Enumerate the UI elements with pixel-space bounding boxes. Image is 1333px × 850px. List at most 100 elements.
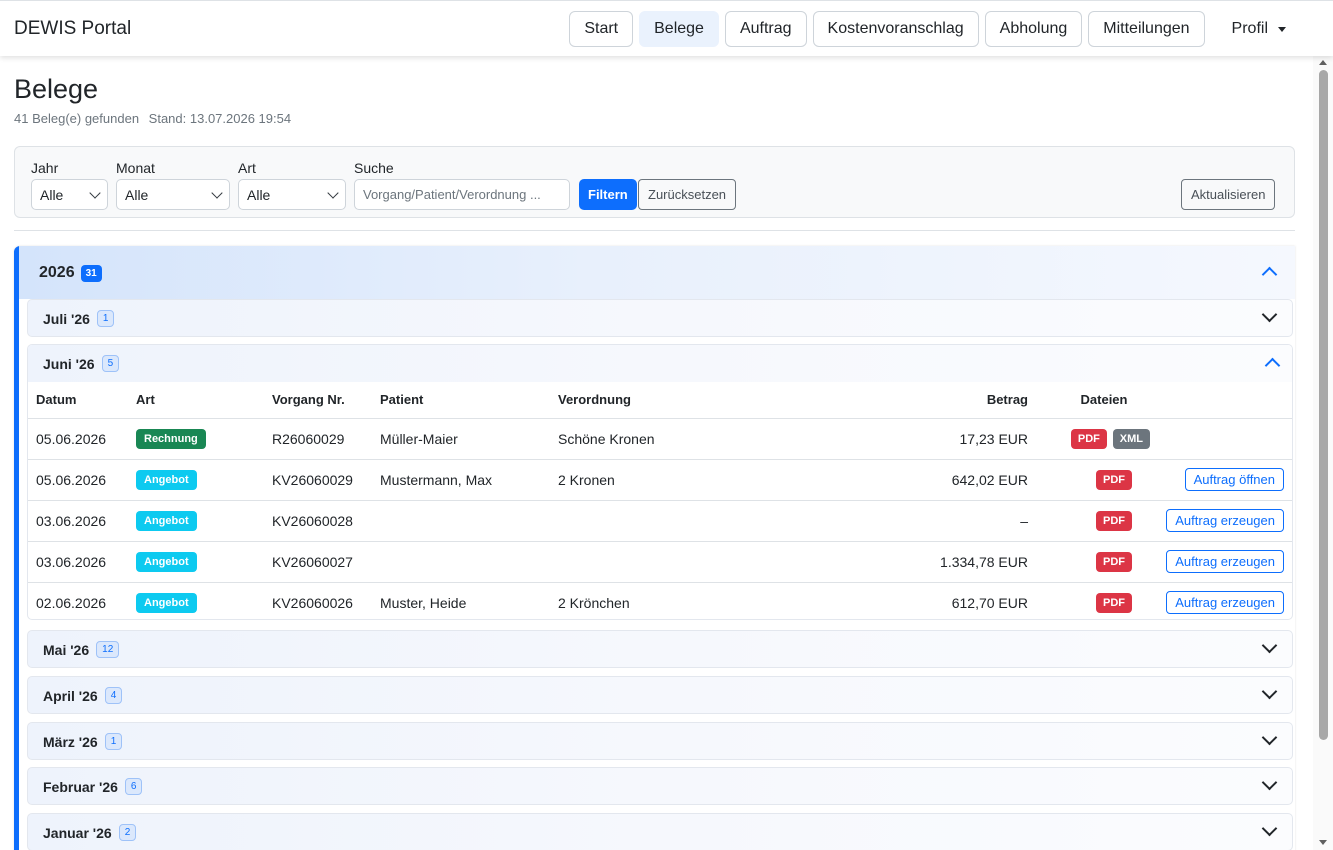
month-header-februar[interactable]: Februar '26 6	[27, 767, 1293, 805]
chevron-up-icon[interactable]	[1264, 357, 1281, 374]
scroll-up-arrow-icon[interactable]	[1319, 60, 1327, 65]
brand-title[interactable]: DEWIS Portal	[14, 18, 131, 40]
art-badge-angebot: Angebot	[136, 592, 197, 613]
cell-betrag: –	[808, 500, 1028, 542]
auftrag-erzeugen-button[interactable]: Auftrag erzeugen	[1166, 591, 1284, 615]
cell-patient: Müller-Maier	[380, 418, 558, 460]
profile-label: Profil	[1231, 20, 1268, 37]
cell-datum: 03.06.2026	[28, 541, 136, 583]
month-header-juni[interactable]: Juni '26 5	[28, 345, 1292, 382]
art-value: Alle	[247, 186, 271, 203]
chevron-down-icon[interactable]	[1261, 637, 1278, 654]
nav-kostenvoranschlag[interactable]: Kostenvoranschlag	[812, 11, 979, 47]
month-label: Februar '26	[43, 778, 118, 795]
col-betrag[interactable]: Betrag	[808, 382, 1028, 419]
chevron-down-icon[interactable]	[1261, 306, 1278, 323]
month-section-juni: Juni '26 5 Datum Art Vorgang Nr. Patient…	[27, 344, 1293, 620]
stand-timestamp: Stand: 13.07.2026 19:54	[148, 111, 292, 126]
pdf-download-badge[interactable]: PDF	[1070, 428, 1107, 449]
monat-select[interactable]: Alle	[116, 179, 230, 210]
chevron-down-icon	[89, 186, 101, 199]
month-count-badge: 1	[96, 310, 115, 327]
cell-vorgang: KV26060026	[272, 594, 353, 611]
jahr-select[interactable]: Alle	[31, 179, 108, 210]
belege-table: Datum Art Vorgang Nr. Patient Verordnung…	[28, 382, 1292, 619]
refresh-button[interactable]: Aktualisieren	[1181, 179, 1276, 210]
chevron-down-icon[interactable]	[1261, 683, 1278, 700]
suche-label: Suche	[354, 160, 394, 176]
reset-button[interactable]: Zurücksetzen	[638, 179, 737, 210]
result-count: 41 Beleg(e) gefunden	[14, 111, 140, 126]
col-patient[interactable]: Patient	[380, 382, 558, 419]
table-row[interactable]: 03.06.2026 Angebot KV26060027 1.334,78 E…	[28, 541, 1292, 583]
col-verordnung[interactable]: Verordnung	[558, 382, 808, 419]
filter-art: Art Alle	[238, 160, 346, 210]
nav-start[interactable]: Start	[569, 11, 634, 47]
chevron-down-icon[interactable]	[1261, 820, 1278, 837]
month-title: März '26 1	[43, 733, 123, 750]
col-actions	[1150, 382, 1292, 419]
pdf-download-badge[interactable]: PDF	[1096, 551, 1132, 572]
cell-patient	[380, 541, 558, 583]
auftrag-oeffnen-button[interactable]: Auftrag öffnen	[1184, 468, 1284, 491]
search-input[interactable]	[354, 179, 570, 210]
table-row[interactable]: 05.06.2026 Angebot KV26060029 Mustermann…	[28, 459, 1292, 501]
nav-belege[interactable]: Belege	[639, 11, 719, 47]
year-label: 2026	[39, 264, 75, 281]
nav-abholung[interactable]: Abholung	[984, 11, 1083, 47]
cell-vorgang: R26060029	[272, 418, 380, 460]
pdf-download-badge[interactable]: PDF	[1096, 469, 1132, 490]
col-dateien: Dateien	[1028, 382, 1150, 419]
page-scrollbar[interactable]	[1313, 56, 1333, 850]
cell-patient: Muster, Heide	[380, 594, 467, 611]
art-select[interactable]: Alle	[238, 179, 346, 210]
filter-button[interactable]: Filtern	[579, 179, 637, 210]
year-title: 2026 31	[39, 264, 102, 282]
chevron-down-icon[interactable]	[1261, 729, 1278, 746]
year-header[interactable]: 2026 31	[19, 246, 1295, 299]
cell-patient	[380, 500, 558, 542]
month-header-maerz[interactable]: März '26 1	[27, 722, 1293, 760]
cell-patient: Mustermann, Max	[380, 459, 558, 501]
cell-vorgang: KV26060029	[272, 459, 380, 501]
month-header-mai[interactable]: Mai '26 12	[27, 630, 1293, 668]
nav-auftrag[interactable]: Auftrag	[724, 11, 807, 47]
art-badge-angebot: Angebot	[136, 510, 197, 531]
month-title: April '26 4	[43, 687, 123, 704]
auftrag-erzeugen-button[interactable]: Auftrag erzeugen	[1166, 550, 1284, 573]
col-datum[interactable]: Datum	[28, 382, 136, 419]
month-label: Mai '26	[43, 641, 90, 658]
cell-verordnung: 2 Kronen	[558, 459, 808, 501]
table-row[interactable]: 05.06.2026 Rechnung R26060029 Müller-Mai…	[28, 418, 1292, 460]
filter-suche: Suche	[354, 160, 570, 210]
scroll-thumb[interactable]	[1319, 70, 1328, 740]
scroll-down-arrow-icon[interactable]	[1319, 840, 1327, 845]
chevron-down-icon[interactable]	[1261, 774, 1278, 791]
month-label: Juli '26	[43, 310, 90, 327]
cell-betrag: 642,02 EUR	[808, 459, 1028, 501]
xml-download-badge[interactable]: XML	[1112, 428, 1150, 449]
table-row[interactable]: 03.06.2026 Angebot KV26060028 – PDF Auft…	[28, 500, 1292, 542]
cell-betrag: 612,70 EUR	[951, 594, 1028, 611]
month-count-badge: 12	[96, 641, 120, 658]
month-header-januar[interactable]: Januar '26 2	[27, 813, 1293, 850]
table-row[interactable]: 02.06.2026 Angebot KV26060026 Muster, He…	[28, 582, 1292, 619]
pdf-download-badge[interactable]: PDF	[1096, 592, 1132, 613]
cell-vorgang: KV26060027	[272, 541, 380, 583]
col-vorgang[interactable]: Vorgang Nr.	[272, 382, 380, 419]
nav-mitteilungen[interactable]: Mitteilungen	[1088, 11, 1205, 47]
month-title: Januar '26 2	[43, 824, 137, 841]
year-group: 2026 31 Juli '26 1 Juni '26 5 Datum Art	[14, 246, 1295, 850]
art-badge-rechnung: Rechnung	[136, 428, 206, 449]
art-badge-angebot: Angebot	[136, 469, 197, 490]
chevron-up-icon[interactable]	[1261, 266, 1278, 283]
cell-verordnung: 2 Krönchen	[558, 594, 630, 611]
month-header-juli[interactable]: Juli '26 1	[27, 299, 1293, 337]
pdf-download-badge[interactable]: PDF	[1096, 510, 1132, 531]
month-header-april[interactable]: April '26 4	[27, 676, 1293, 714]
cell-verordnung	[558, 500, 808, 542]
nav-profile-dropdown[interactable]: Profil	[1210, 11, 1305, 47]
col-art[interactable]: Art	[136, 382, 272, 419]
monat-label: Monat	[116, 160, 155, 176]
auftrag-erzeugen-button[interactable]: Auftrag erzeugen	[1166, 509, 1284, 532]
